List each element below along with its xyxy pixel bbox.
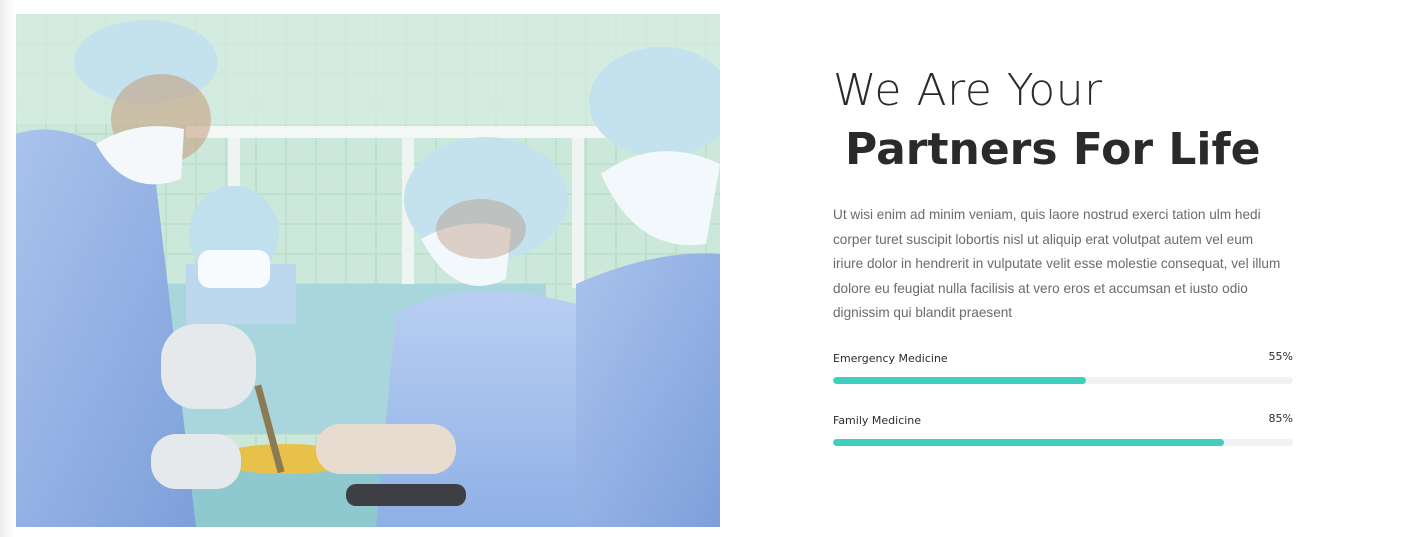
heading-line-2: Partners For Life <box>845 124 1261 175</box>
skill-label: Emergency Medicine <box>833 351 948 365</box>
partners-section: We Are Your Partners For Life Ut wisi en… <box>833 60 1303 446</box>
surgery-team-photo <box>16 14 720 527</box>
heading-line-1: We Are Your <box>833 65 1103 116</box>
skill-label: Family Medicine <box>833 413 922 427</box>
skill-family-medicine: Family Medicine 85% <box>833 411 1303 446</box>
skill-emergency-medicine: Emergency Medicine 55% <box>833 349 1303 384</box>
section-description: Ut wisi enim ad minim veniam, quis laore… <box>833 207 1281 320</box>
progress-track <box>833 376 1293 384</box>
skill-percent: 55% <box>1268 349 1293 363</box>
page-edge-shadow <box>0 0 14 537</box>
progress-fill <box>833 376 1086 384</box>
progress-fill <box>833 438 1224 446</box>
progress-track <box>833 438 1293 446</box>
skill-percent: 85% <box>1268 411 1293 425</box>
